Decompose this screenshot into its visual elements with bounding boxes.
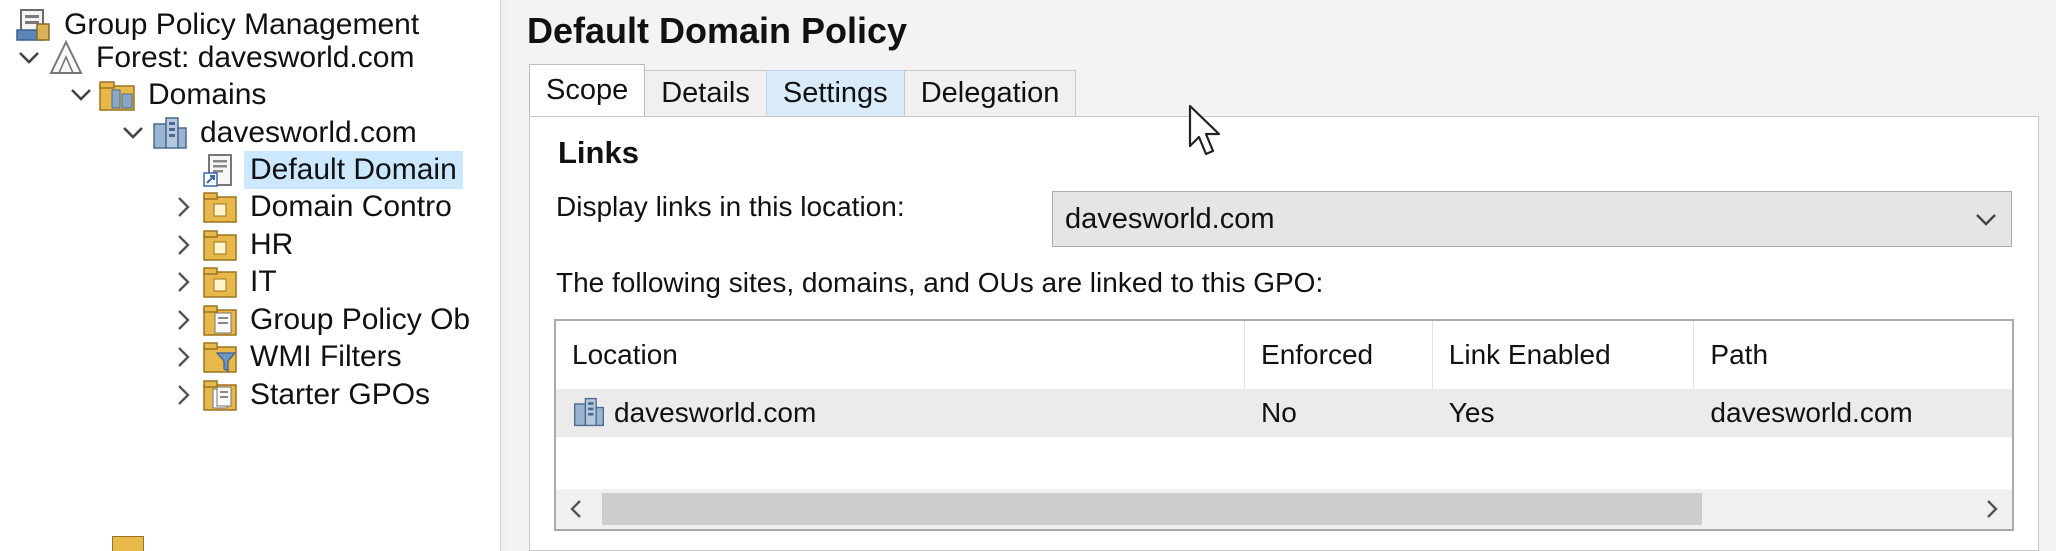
cell-link-enabled: Yes [1448,397,1495,428]
ou-folder-icon [200,262,240,302]
domain-icon [572,395,608,431]
starter-gpo-folder-icon [200,375,240,415]
chevron-down-icon [1971,204,2001,234]
chevron-right-icon[interactable] [166,340,200,374]
details-pane: Default Domain Policy Scope Details Sett… [507,0,2056,551]
scroll-left-icon[interactable] [562,495,590,523]
cell-path: davesworld.com [1710,397,1913,428]
tree-node-label: Domains [148,78,267,111]
tree-node-label: Forest: davesworld.com [96,41,415,74]
location-dropdown[interactable]: davesworld.com [1052,191,2012,247]
links-heading: Links [558,135,639,170]
tree-node-label: Domain Contro [250,190,452,223]
ou-folder-icon [200,187,240,227]
location-dropdown-value: davesworld.com [1065,202,1275,235]
chevron-down-icon[interactable] [116,116,150,150]
display-links-label: Display links in this location: [556,191,905,222]
tab-delegation[interactable]: Delegation [903,70,1077,116]
chevron-down-icon[interactable] [64,78,98,112]
tree-node-label: WMI Filters [250,340,402,373]
cell-location: davesworld.com [556,389,1245,437]
links-table: Location Enforced Link Enabled Path dave… [554,319,2014,531]
horizontal-scrollbar[interactable] [556,489,2012,529]
tab-details[interactable]: Details [644,70,767,116]
tab-strip: Scope Details Settings Delegation [529,64,1077,116]
folder-icon [112,536,144,551]
tab-settings[interactable]: Settings [765,70,905,116]
tab-scope[interactable]: Scope [529,64,646,116]
scrollbar-thumb[interactable] [602,493,1702,525]
tree-node-label: HR [250,228,294,261]
tree-node-label: Group Policy Ob [250,303,471,336]
chevron-down-icon[interactable] [12,41,46,75]
page-title: Default Domain Policy [527,10,908,51]
wmi-filter-folder-icon [200,337,240,377]
domains-icon [98,75,138,115]
tree-node-label: IT [250,265,277,298]
column-header-location[interactable]: Location [556,321,1246,389]
tree-node-label: davesworld.com [200,116,417,149]
cell-enforced: No [1261,397,1297,428]
chevron-right-icon[interactable] [166,378,200,412]
chevron-right-icon[interactable] [166,190,200,224]
navigation-tree: Group Policy Management Forest: daveswor… [0,0,500,551]
scroll-right-icon[interactable] [1978,495,2006,523]
tree-node-starter-gpos[interactable]: Starter GPOs [166,372,430,418]
chevron-right-icon[interactable] [166,265,200,299]
column-header-enforced[interactable]: Enforced [1245,321,1433,389]
cell-location-text: davesworld.com [614,397,817,428]
table-header: Location Enforced Link Enabled Path [556,321,2012,389]
chevron-right-icon[interactable] [166,228,200,262]
tree-node-label: Starter GPOs [250,378,431,411]
linked-caption: The following sites, domains, and OUs ar… [556,267,1324,298]
column-header-link-enabled[interactable]: Link Enabled [1433,321,1695,389]
scope-tab-panel: Links Display links in this location: da… [529,116,2039,551]
column-header-path[interactable]: Path [1694,321,2012,389]
chevron-right-icon[interactable] [166,303,200,337]
table-row[interactable]: davesworld.com No Yes davesworld.com [556,389,2012,437]
